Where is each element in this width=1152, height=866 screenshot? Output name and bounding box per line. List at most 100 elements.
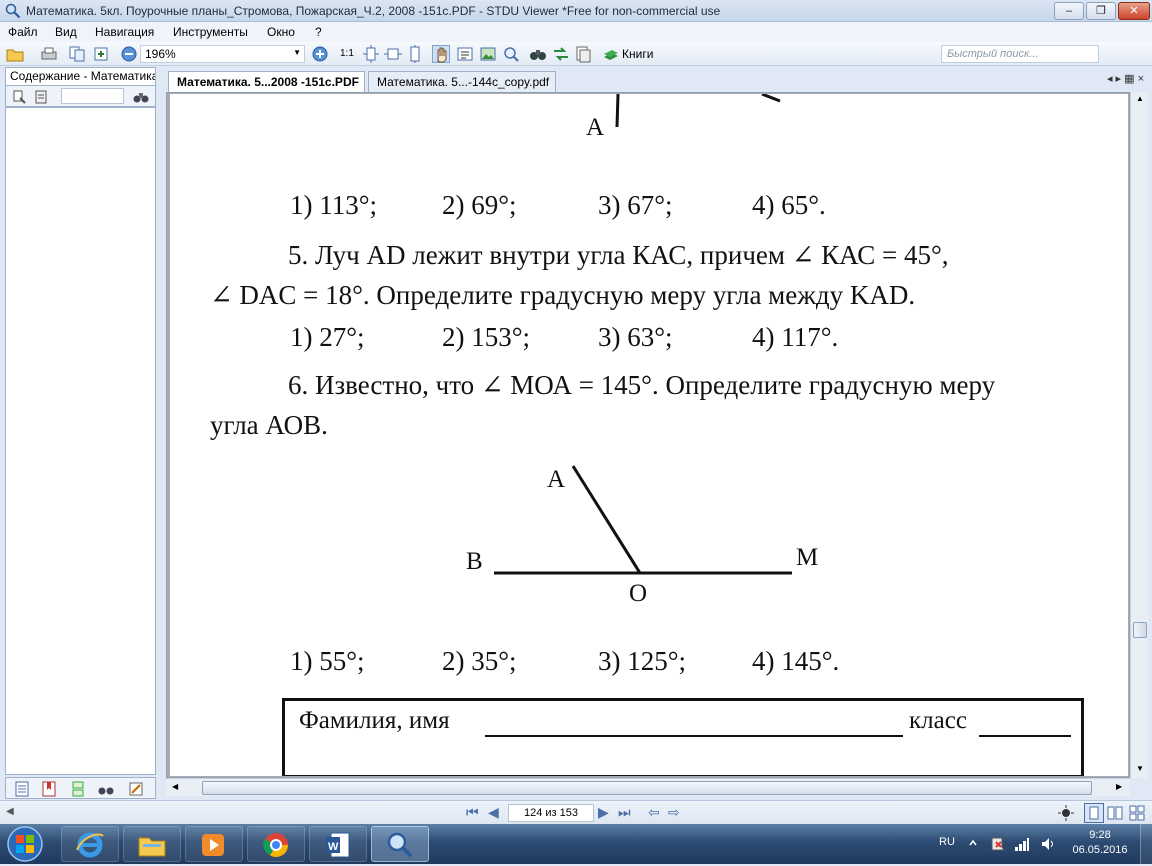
fit-page-icon[interactable] <box>362 45 380 63</box>
magnifier-tool-icon[interactable] <box>502 45 520 63</box>
bookmarks-icon[interactable] <box>574 45 592 63</box>
find-next-icon[interactable] <box>552 45 570 63</box>
menu-view[interactable]: Вид <box>55 25 77 39</box>
zoom-out-icon[interactable] <box>120 45 138 63</box>
next-page-icon[interactable]: ▶ <box>598 804 609 822</box>
taskbar-explorer[interactable] <box>123 826 181 862</box>
tab-scroll-controls[interactable]: ◂ ▸ ▦ × <box>1107 72 1144 85</box>
two-page-view-icon[interactable] <box>1106 804 1124 822</box>
q6-answers: 1) 55°; 2) 35°; 3) 125°; 4) 145°. <box>290 646 990 680</box>
horizontal-scrollbar[interactable]: ◀ ▶ <box>166 778 1130 796</box>
collapse-tree-icon[interactable] <box>34 89 50 105</box>
minimize-button[interactable]: – <box>1054 2 1084 20</box>
history-back-icon[interactable]: ⇦ <box>648 804 660 822</box>
svg-text:W: W <box>328 841 339 853</box>
first-page-icon[interactable]: ⏮ <box>466 804 479 822</box>
taskbar-ie[interactable] <box>61 826 119 862</box>
print-icon[interactable] <box>40 45 58 63</box>
expand-tree-icon[interactable] <box>12 89 28 105</box>
action-center-icon[interactable] <box>990 836 1006 852</box>
select-image-icon[interactable] <box>479 45 497 63</box>
contents-search-input[interactable] <box>61 88 124 104</box>
hand-tool-icon[interactable] <box>432 45 450 63</box>
window-title: Математика. 5кл. Поурочные планы_Стромов… <box>26 4 721 18</box>
menu-help[interactable]: ? <box>315 25 322 39</box>
student-name-form: Фамилия, имя класс <box>282 698 1084 776</box>
fit-visible-icon[interactable] <box>406 45 424 63</box>
taskbar-chrome[interactable] <box>247 826 305 862</box>
page-number-field[interactable]: 124 из 153 <box>508 804 594 822</box>
history-forward-icon[interactable]: ⇨ <box>668 804 680 822</box>
books-label[interactable]: Книги <box>622 47 653 61</box>
close-button[interactable]: ✕ <box>1118 2 1150 20</box>
contents-tree[interactable] <box>5 107 156 775</box>
status-bar: ◀ ⏮ ◀ 124 из 153 ▶ ⏭ ⇦ ⇨ <box>0 800 1152 824</box>
figure-label-a: A <box>547 466 566 493</box>
internet-explorer-icon <box>76 832 104 858</box>
q6-answer-4: 4) 145°. <box>752 646 840 676</box>
tab-document-2[interactable]: Математика. 5...-144с_copy.pdf <box>368 71 556 92</box>
figure-label-b: B <box>466 548 483 575</box>
form-class-line <box>979 735 1071 737</box>
scroll-left-icon[interactable]: ◀ <box>172 782 178 791</box>
taskbar-media-player[interactable] <box>185 826 243 862</box>
zoom-select[interactable]: 196% ▼ <box>140 45 305 63</box>
network-icon[interactable] <box>1014 836 1030 852</box>
q6-answer-1: 1) 55°; <box>290 646 365 676</box>
grid-view-icon[interactable] <box>1128 804 1146 822</box>
thumbnails-tab-icon[interactable] <box>70 781 86 797</box>
chrome-icon <box>263 833 288 858</box>
menu-window[interactable]: Окно <box>267 25 295 39</box>
zoom-in-icon[interactable] <box>311 45 329 63</box>
start-button[interactable] <box>3 825 51 863</box>
panel-toggle-icon[interactable]: ◀ <box>6 806 14 817</box>
open-folder-icon[interactable] <box>6 45 24 63</box>
export-icon[interactable] <box>92 45 110 63</box>
left-toolbar <box>5 85 156 107</box>
find-binoculars-icon[interactable] <box>529 45 547 63</box>
vertical-scrollbar[interactable]: ▲ ▼ <box>1130 92 1148 778</box>
stdu-viewer-icon <box>387 832 413 858</box>
scroll-up-icon[interactable]: ▲ <box>1136 94 1144 103</box>
select-text-icon[interactable] <box>456 45 474 63</box>
copy-page-icon[interactable] <box>68 45 86 63</box>
books-icon[interactable] <box>602 45 620 63</box>
menu-file[interactable]: Файл <box>8 25 38 39</box>
single-page-view-icon[interactable] <box>1084 803 1104 823</box>
zoom-value: 196% <box>145 47 176 61</box>
contents-tab[interactable]: Содержание - Математика <box>5 67 156 85</box>
scroll-right-icon[interactable]: ▶ <box>1116 782 1122 791</box>
menu-navigation[interactable]: Навигация <box>95 25 154 39</box>
clock-date: 06.05.2016 <box>1072 844 1128 856</box>
taskbar: W RU 9:28 06.05.2016 <box>0 824 1152 864</box>
search-tab-icon[interactable] <box>98 781 114 797</box>
menu-tools[interactable]: Инструменты <box>173 25 248 39</box>
form-name-label: Фамилия, имя <box>299 707 450 734</box>
show-desktop-button[interactable] <box>1140 824 1152 864</box>
prev-page-icon[interactable]: ◀ <box>488 804 499 822</box>
annotations-tab-icon[interactable] <box>128 781 144 797</box>
quick-search-input[interactable]: Быстрый поиск... <box>941 45 1099 63</box>
bookmarks-tab-icon[interactable] <box>41 781 57 797</box>
clock[interactable]: 9:28 06.05.2016 <box>1068 828 1132 858</box>
sun-icon[interactable] <box>1058 805 1074 821</box>
fit-width-icon[interactable] <box>384 45 402 63</box>
last-page-icon[interactable]: ⏭ <box>618 804 631 822</box>
taskbar-stdu-viewer[interactable] <box>371 826 429 862</box>
horizontal-scroll-thumb[interactable] <box>202 781 1092 795</box>
figure-label-m: M <box>796 544 819 571</box>
actual-size-button[interactable]: 1:1 <box>340 45 358 63</box>
maximize-button[interactable]: ❐ <box>1086 2 1116 20</box>
toolbar: 196% ▼ 1:1 Книги Быстрый поиск... <box>0 42 1152 66</box>
tray-expand-icon[interactable] <box>968 836 978 850</box>
keyboard-language[interactable]: RU <box>939 836 955 848</box>
left-panel: Содержание - Математика <box>0 66 160 800</box>
contents-tab-icon[interactable] <box>14 781 30 797</box>
menu-bar: Файл Вид Навигация Инструменты Окно ? <box>0 22 1152 42</box>
taskbar-word[interactable]: W <box>309 826 367 862</box>
vertical-scroll-thumb[interactable] <box>1133 622 1147 638</box>
binoculars-icon[interactable] <box>133 89 149 105</box>
scroll-down-icon[interactable]: ▼ <box>1136 764 1144 773</box>
volume-icon[interactable] <box>1040 836 1056 852</box>
tab-document-1[interactable]: Математика. 5...2008 -151с.PDF <box>168 71 365 92</box>
